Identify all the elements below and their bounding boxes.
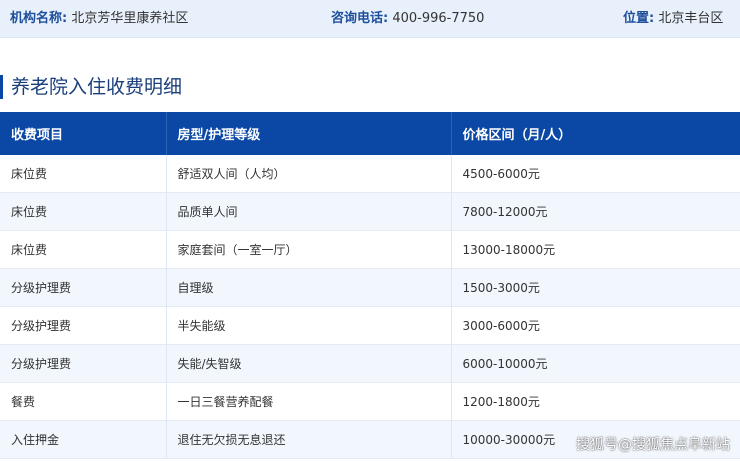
location: 位置: 北京丰台区 [623, 0, 723, 37]
consult-phone-value: 400-996-7750 [392, 11, 485, 26]
table-row: 分级护理费 失能/失智级 6000-10000元 [0, 344, 740, 383]
cell-price: 4500-6000元 [451, 155, 740, 193]
table-row: 床位费 品质单人间 7800-12000元 [0, 192, 740, 231]
cell-price: 13000-18000元 [451, 230, 740, 269]
cell-room-type: 品质单人间 [166, 192, 452, 231]
cell-room-type: 半失能级 [166, 306, 452, 345]
institution-name: 机构名称: 北京芳华里康养社区 [10, 0, 188, 37]
cell-price: 1200-1800元 [451, 382, 740, 421]
cell-item: 床位费 [0, 155, 167, 193]
column-header-room-type: 房型/护理等级 [166, 112, 452, 155]
cell-item: 床位费 [0, 230, 167, 269]
watermark: 搜狐号@搜狐焦点阜新站 [576, 437, 730, 453]
institution-name-value: 北京芳华里康养社区 [71, 11, 189, 26]
consult-phone: 咨询电话: 400-996-7750 [331, 0, 484, 37]
cell-price: 6000-10000元 [451, 344, 740, 383]
cell-room-type: 一日三餐营养配餐 [166, 382, 452, 421]
table-row: 床位费 家庭套间（一室一厅） 13000-18000元 [0, 230, 740, 269]
table-header-row: 收费项目 房型/护理等级 价格区间（月/人） [0, 112, 740, 155]
cell-room-type: 自理级 [166, 268, 452, 307]
cell-item: 分级护理费 [0, 268, 167, 307]
column-header-price-range: 价格区间（月/人） [451, 112, 740, 155]
info-bar: 机构名称: 北京芳华里康养社区 咨询电话: 400-996-7750 位置: 北… [0, 0, 740, 38]
location-value: 北京丰台区 [658, 11, 724, 26]
column-header-item: 收费项目 [0, 112, 167, 155]
table-row: 床位费 舒适双人间（人均） 4500-6000元 [0, 155, 740, 193]
location-label: 位置: [623, 11, 655, 26]
cell-room-type: 舒适双人间（人均） [166, 155, 452, 193]
cell-item: 餐费 [0, 382, 167, 421]
section-heading: 养老院入住收费明细 [0, 73, 740, 101]
section-title: 养老院入住收费明细 [11, 76, 183, 98]
cell-item: 分级护理费 [0, 306, 167, 345]
cell-item: 入住押金 [0, 420, 167, 459]
fee-table: 收费项目 房型/护理等级 价格区间（月/人） 床位费 舒适双人间（人均） 450… [0, 112, 740, 459]
institution-name-label: 机构名称: [10, 11, 68, 26]
cell-room-type: 家庭套间（一室一厅） [166, 230, 452, 269]
cell-price: 1500-3000元 [451, 268, 740, 307]
cell-room-type: 失能/失智级 [166, 344, 452, 383]
cell-item: 分级护理费 [0, 344, 167, 383]
table-row: 餐费 一日三餐营养配餐 1200-1800元 [0, 382, 740, 421]
table-row: 分级护理费 半失能级 3000-6000元 [0, 306, 740, 345]
cell-price: 3000-6000元 [451, 306, 740, 345]
table-row: 分级护理费 自理级 1500-3000元 [0, 268, 740, 307]
cell-price: 7800-12000元 [451, 192, 740, 231]
cell-item: 床位费 [0, 192, 167, 231]
cell-room-type: 退住无欠损无息退还 [166, 420, 452, 459]
consult-phone-label: 咨询电话: [331, 11, 389, 26]
section-accent-bar [0, 75, 3, 99]
